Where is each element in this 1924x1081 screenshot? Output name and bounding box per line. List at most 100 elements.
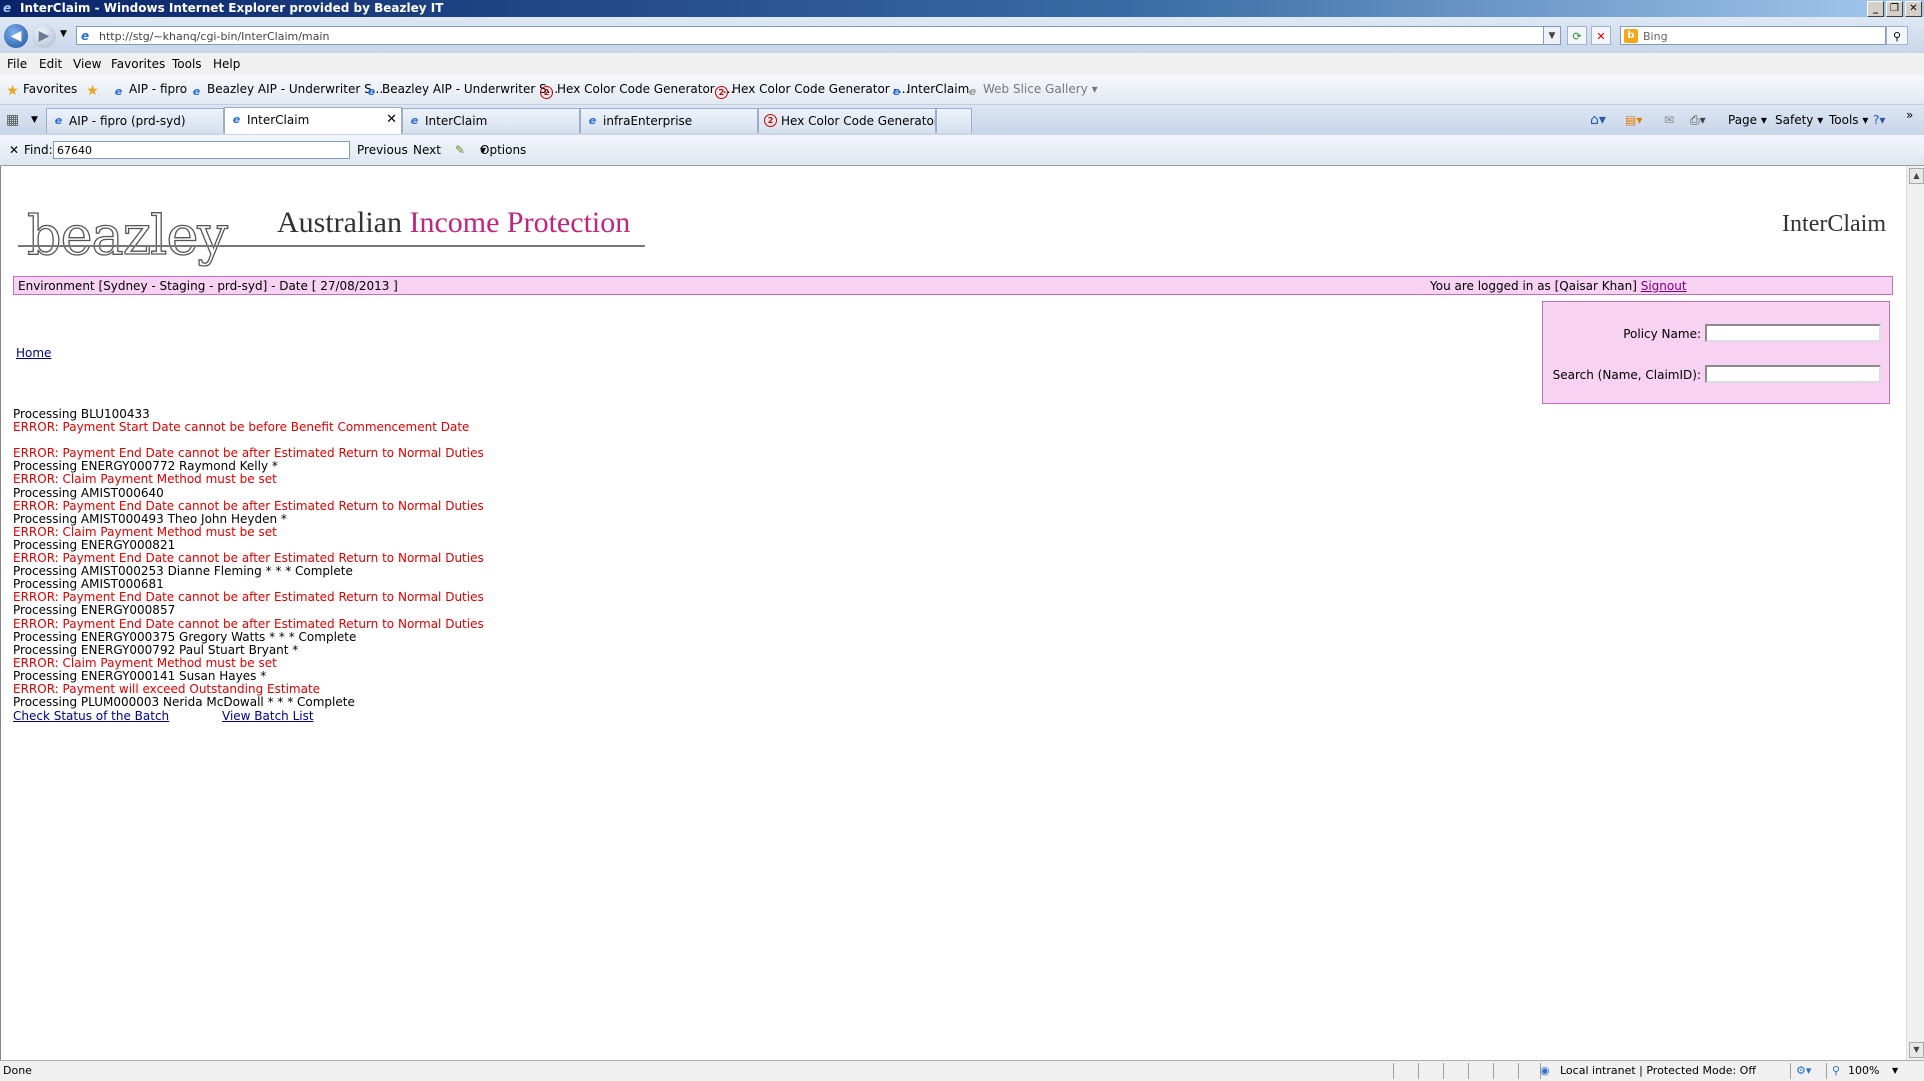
policy-name-input[interactable] — [1705, 324, 1881, 342]
feeds-icon[interactable]: ▤▾ — [1625, 105, 1642, 135]
ie-page-icon: e — [588, 114, 597, 127]
refresh-button[interactable]: ⟳ — [1567, 26, 1587, 45]
fav-item-interclaim[interactable]: e InterClaim — [890, 75, 970, 104]
zoom-level[interactable]: 100% — [1848, 1061, 1879, 1080]
tab-infraenterprise[interactable]: e infraEnterprise — [580, 108, 758, 133]
search-input[interactable]: b Bing — [1620, 26, 1886, 45]
vertical-scrollbar[interactable]: ▲ ▼ — [1906, 166, 1924, 1060]
search-name-claimid-label: Search (Name, ClaimID): — [1552, 368, 1701, 382]
add-favorite-icon[interactable]: ★ — [86, 75, 103, 104]
tab-interclaim-active[interactable]: e InterClaim ✕ — [224, 107, 402, 134]
favorites-bar: ★ Favorites ★ e AIP - fipro e Beazley AIP -… — [0, 75, 1924, 105]
status-bar: Done ◉ Local intranet | Protected Mode: … — [0, 1060, 1924, 1081]
mail-icon[interactable]: ✉ — [1664, 105, 1674, 135]
fav-item-web-slice-gallery[interactable]: e Web Slice Gallery ▾ — [966, 75, 1098, 104]
fav-item-hex-color-1[interactable]: 2 Hex Color Code Generator -... — [540, 75, 734, 104]
tab-hex-color[interactable]: 2Hex Color Code Generator - ... — [758, 108, 936, 133]
protected-mode-icon[interactable]: ⚙▾ — [1796, 1061, 1811, 1080]
help-icon[interactable]: ?▾ — [1873, 105, 1885, 135]
quick-tabs-icon[interactable]: ▦ — [6, 105, 19, 135]
fav-item-hex-color-2[interactable]: 2 Hex Color Code Generator -... — [715, 75, 909, 104]
log-line: Processing ENERGY000375 Gregory Watts * … — [13, 629, 357, 644]
back-button[interactable]: ◀ — [4, 24, 28, 48]
find-input[interactable]: 67640 — [53, 141, 350, 159]
window-title: InterClaim - Windows Internet Explorer p… — [20, 1, 444, 15]
print-icon[interactable]: ⎙▾ — [1690, 105, 1706, 135]
web-slice-icon: e — [968, 85, 977, 98]
fav-item-beazley-aip-1[interactable]: e Beazley AIP - Underwriter S... — [190, 75, 383, 104]
close-find-icon[interactable]: ✕ — [9, 135, 19, 165]
ie-page-icon: e — [232, 113, 241, 126]
find-options-button[interactable]: Options ▾ — [480, 135, 526, 165]
restore-icon[interactable]: ❐ — [1886, 1, 1903, 17]
log-error-line: ERROR: Payment End Date cannot be after … — [13, 498, 484, 513]
log-error-line: ERROR: Claim Payment Method must be set — [13, 472, 277, 487]
ie-page-icon: e — [192, 85, 201, 98]
fav-item-aip-fipro[interactable]: e AIP - fipro — [112, 75, 187, 104]
address-toolbar: ◀ ▶ ▼ e http://stg/~khanq/cgi-bin/InterC… — [0, 17, 1924, 53]
menu-file[interactable]: File — [7, 53, 27, 75]
check-status-link[interactable]: Check Status of the Batch — [13, 709, 169, 723]
address-url: http://stg/~khanq/cgi-bin/InterClaim/mai… — [99, 30, 330, 43]
zoom-dropdown-icon[interactable]: ▼ — [1892, 1061, 1898, 1080]
highlight-icon[interactable]: ✎ — [455, 135, 465, 165]
favorites-button[interactable]: ★ Favorites — [6, 75, 77, 104]
menu-help[interactable]: Help — [213, 53, 240, 75]
menu-view[interactable]: View — [73, 53, 101, 75]
ie-logo-icon: e — [3, 1, 12, 15]
ie-page-icon: e — [892, 85, 901, 98]
page-menu[interactable]: Page ▾ — [1728, 105, 1767, 135]
window-title-bar: e InterClaim - Windows Internet Explorer … — [0, 0, 1924, 17]
tab-aip-fipro[interactable]: e AIP - fipro (prd-syd) — [46, 108, 224, 133]
intranet-zone-icon: ◉ — [1540, 1064, 1550, 1077]
home-link[interactable]: Home — [16, 346, 51, 360]
recent-pages-dropdown-icon[interactable]: ▼ — [60, 29, 67, 39]
tab-interclaim[interactable]: e InterClaim — [402, 108, 580, 133]
stop-button[interactable]: ✕ — [1591, 26, 1611, 45]
tab-list-dropdown-icon[interactable]: ▼ — [31, 105, 38, 135]
tab-bar: ▦ ▼ e AIP - fipro (prd-syd) e InterClaim ✕ … — [0, 105, 1924, 135]
home-icon[interactable]: ⌂▾ — [1590, 105, 1606, 135]
address-dropdown-icon[interactable]: ▼ — [1543, 27, 1560, 44]
minimize-icon[interactable]: _ — [1867, 1, 1884, 17]
ie-page-icon: e — [410, 114, 419, 127]
forward-button[interactable]: ▶ — [32, 24, 56, 48]
log-error-line: ERROR: Payment End Date cannot be after … — [13, 616, 484, 631]
fav-item-beazley-aip-2[interactable]: e Beazley AIP - Underwriter S... — [365, 75, 558, 104]
security-zone[interactable]: Local intranet | Protected Mode: Off — [1560, 1061, 1756, 1080]
find-next-button[interactable]: Next — [413, 135, 441, 165]
safety-menu[interactable]: Safety ▾ — [1775, 105, 1823, 135]
log-line: Processing PLUM000003 Nerida McDowall * … — [13, 695, 355, 710]
signout-link[interactable]: Signout — [1641, 279, 1687, 293]
environment-bar: Environment [Sydney - Staging - prd-syd]… — [13, 276, 1893, 295]
ie-page-icon: e — [114, 85, 123, 98]
hex-site-icon: 2 — [715, 86, 728, 99]
chevron-right-icon[interactable]: » — [1906, 105, 1913, 125]
search-icon[interactable]: ⚲ — [1886, 26, 1908, 45]
log-line: Processing ENERGY000792 Paul Stuart Brya… — [13, 642, 299, 657]
menu-favorites[interactable]: Favorites — [111, 53, 165, 75]
status-text: Done — [3, 1064, 32, 1077]
menu-edit[interactable]: Edit — [39, 53, 62, 75]
log-line: Processing AMIST000493 Theo John Heyden … — [13, 511, 287, 526]
close-window-icon[interactable]: ✕ — [1905, 1, 1922, 17]
address-input[interactable]: e http://stg/~khanq/cgi-bin/InterClaim/m… — [76, 26, 1561, 45]
find-previous-button[interactable]: Previous — [357, 135, 408, 165]
search-panel: Policy Name: Search (Name, ClaimID): — [1542, 301, 1890, 404]
new-tab-button[interactable] — [936, 108, 972, 133]
search-name-claimid-input[interactable] — [1705, 365, 1881, 383]
close-tab-icon[interactable]: ✕ — [386, 108, 397, 132]
find-label: Find: — [24, 143, 53, 157]
product-title: Australian Income Protection — [277, 206, 631, 239]
app-brand: InterClaim — [1782, 211, 1886, 237]
environment-info: Environment [Sydney - Staging - prd-syd]… — [18, 279, 398, 293]
menu-tools[interactable]: Tools — [172, 53, 202, 75]
scroll-down-icon[interactable]: ▼ — [1909, 1042, 1924, 1058]
view-batch-list-link[interactable]: View Batch List — [222, 709, 314, 723]
log-line: Processing ENERGY000141 Susan Hayes * — [13, 668, 267, 683]
menu-bar: File Edit View Favorites Tools Help — [0, 53, 1924, 75]
tools-menu[interactable]: Tools ▾ — [1829, 105, 1868, 135]
ie-page-icon: e — [54, 114, 63, 127]
scroll-up-icon[interactable]: ▲ — [1909, 168, 1924, 184]
log-error-line: ERROR: Payment Start Date cannot be befo… — [13, 420, 470, 435]
